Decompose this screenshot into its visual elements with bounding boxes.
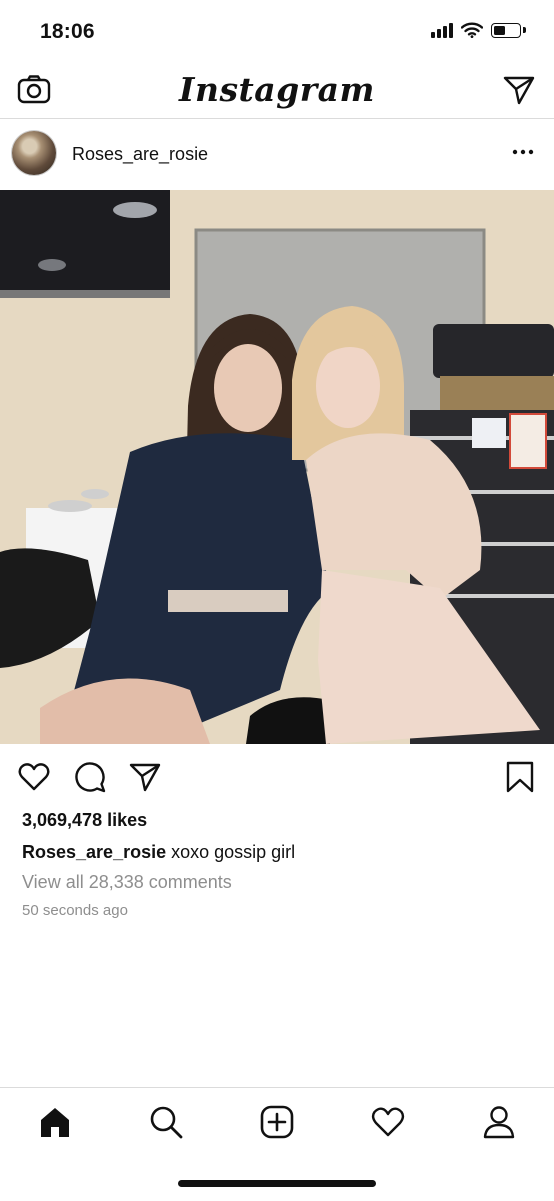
photo-left-person-waist: [168, 590, 288, 612]
photo-sticker-red: [509, 413, 547, 469]
search-icon[interactable]: [148, 1104, 184, 1140]
post-caption: Roses_are_rosie xoxo gossip girl: [22, 842, 295, 863]
wifi-icon: [461, 22, 483, 38]
photo-white-box-top-2: [81, 489, 109, 499]
caption-text: xoxo gossip girl: [166, 842, 296, 862]
activity-heart-icon[interactable]: [370, 1104, 406, 1140]
photo-tv-frame: [0, 290, 170, 298]
more-dots-icon[interactable]: [510, 142, 536, 162]
post-timestamp: 50 seconds ago: [22, 902, 128, 919]
likes-count[interactable]: 3,069,478 likes: [22, 810, 147, 831]
post-action-bar: [0, 746, 554, 808]
status-time: 18:06: [40, 20, 95, 43]
avatar[interactable]: [12, 131, 56, 175]
photo-case-black: [433, 324, 554, 378]
battery-icon: [491, 22, 521, 38]
photo-sticker: [472, 418, 506, 448]
view-comments-link[interactable]: View all 28,338 comments: [22, 872, 232, 893]
paper-plane-icon[interactable]: [502, 74, 536, 106]
heart-icon[interactable]: [17, 760, 51, 794]
photo-right-person-face: [316, 344, 380, 428]
profile-icon[interactable]: [481, 1104, 517, 1140]
photo-light-reflection-2: [38, 259, 66, 271]
status-bar: 18:06: [0, 0, 554, 66]
home-icon[interactable]: [37, 1104, 73, 1140]
battery-level: [494, 25, 505, 35]
cellular-signal-icon: [431, 22, 453, 38]
post-username[interactable]: Roses_are_rosie: [72, 144, 208, 165]
bookmark-icon[interactable]: [503, 760, 537, 794]
add-post-icon[interactable]: [259, 1104, 295, 1140]
status-icons: [431, 22, 526, 38]
post-header: Roses_are_rosie: [0, 118, 554, 190]
photo-white-box-top: [48, 500, 92, 512]
comment-bubble-icon[interactable]: [73, 760, 107, 794]
share-plane-icon[interactable]: [128, 760, 162, 794]
battery-cap: [523, 27, 526, 33]
instagram-logo: Instagram: [179, 70, 375, 109]
photo-light-reflection: [113, 202, 157, 218]
photo-left-person-face: [214, 344, 282, 432]
photo-case-brown: [440, 376, 554, 410]
app-header: Instagram: [0, 66, 554, 119]
caption-username[interactable]: Roses_are_rosie: [22, 842, 166, 862]
post-photo[interactable]: [0, 190, 554, 744]
home-indicator[interactable]: [178, 1180, 376, 1187]
